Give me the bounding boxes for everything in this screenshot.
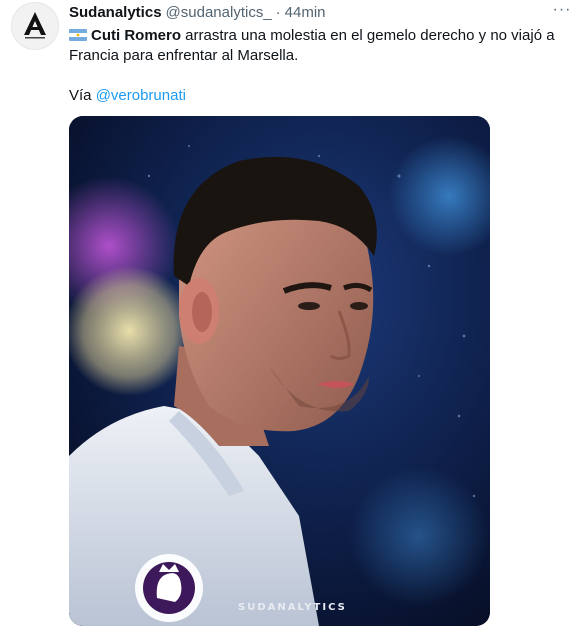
avatar[interactable]: [11, 2, 59, 50]
player-name: Cuti Romero: [91, 27, 181, 44]
tweet-media-image[interactable]: SUDANALYTICS: [69, 116, 490, 626]
media-watermark: SUDANALYTICS: [238, 602, 347, 613]
via-line: Vía @verobrunati: [69, 86, 569, 106]
tweet[interactable]: Sudanalytics @sudanalytics_ · 44min ··· …: [0, 0, 586, 636]
sudanalytics-logo-icon: [12, 3, 58, 49]
via-prefix: Vía: [69, 87, 96, 104]
more-options-icon[interactable]: ···: [550, 0, 574, 20]
tweet-text: Cuti Romero arrastra una molestia en el …: [69, 26, 569, 106]
mention-link[interactable]: @verobrunati: [96, 87, 186, 104]
argentina-flag-icon: [69, 29, 87, 41]
display-name[interactable]: Sudanalytics: [69, 4, 162, 21]
timestamp[interactable]: 44min: [285, 4, 326, 21]
premier-league-lion-icon: [135, 554, 203, 622]
tweet-text-line: Cuti Romero arrastra una molestia en el …: [69, 26, 569, 66]
player-photo: [69, 116, 490, 626]
tweet-header: Sudanalytics @sudanalytics_ · 44min: [69, 2, 326, 22]
user-handle[interactable]: @sudanalytics_: [166, 4, 272, 21]
separator-dot: ·: [275, 3, 281, 21]
